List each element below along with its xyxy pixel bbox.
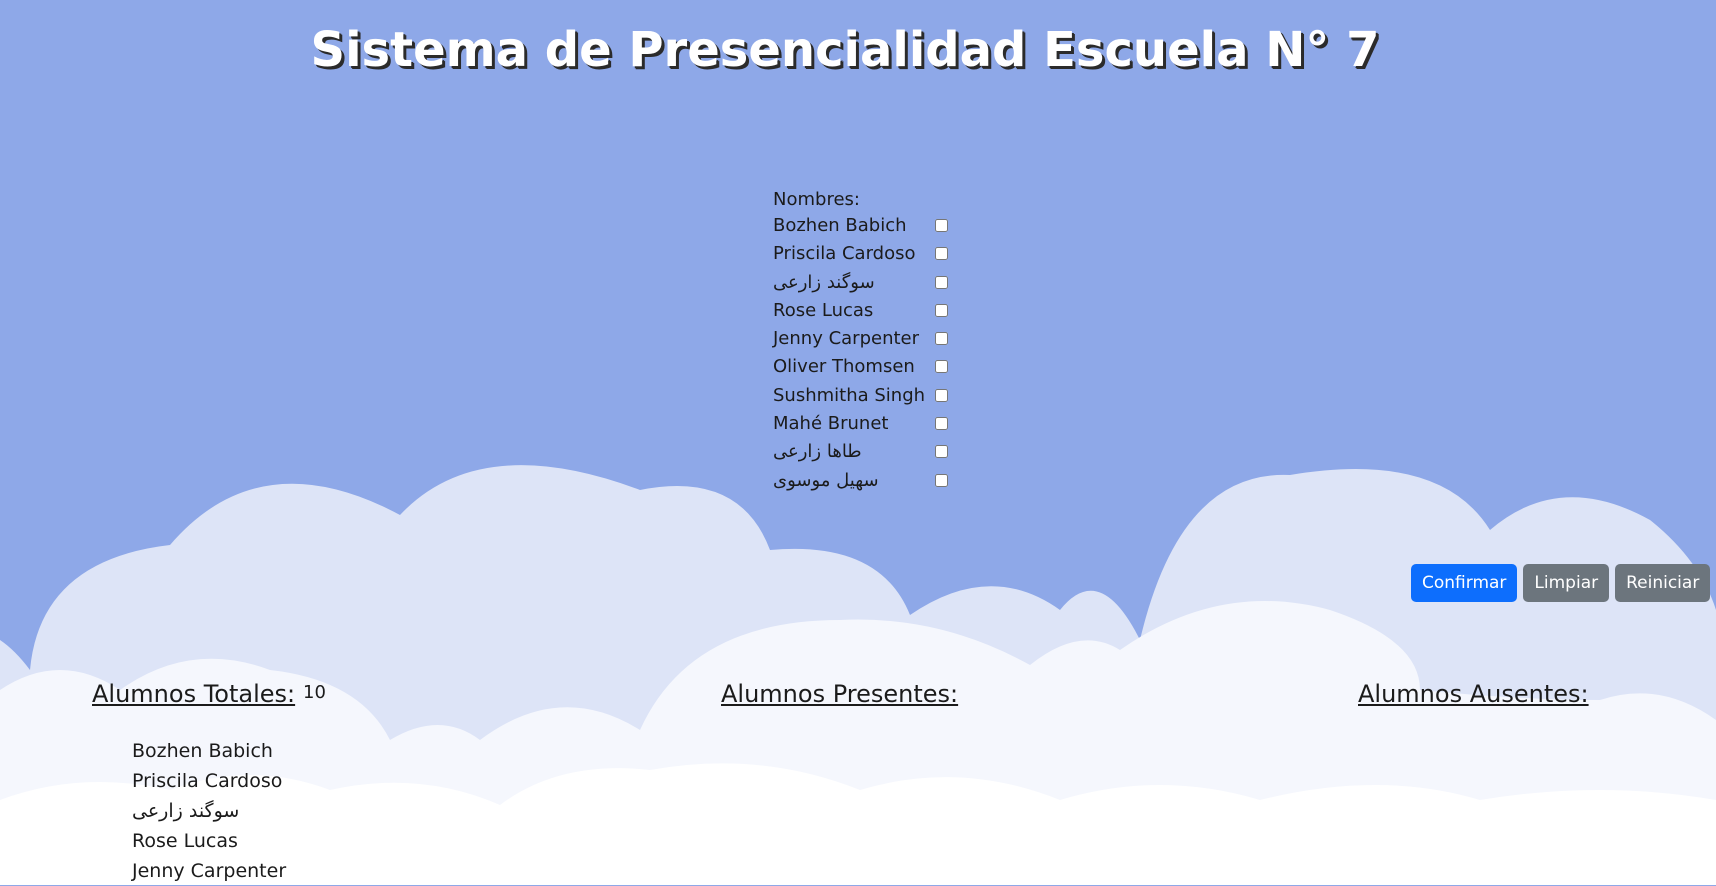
- total-list-item: Jenny Carpenter: [132, 860, 287, 882]
- confirm-button[interactable]: Confirmar: [1411, 564, 1518, 602]
- student-present-checkbox[interactable]: [935, 247, 948, 261]
- student-row: طاها زارعی: [773, 438, 953, 466]
- student-row: Oliver Thomsen: [773, 353, 953, 381]
- attendance-form: Nombres: Bozhen Babich Priscila Cardoso سو…: [773, 187, 953, 495]
- clear-button[interactable]: Limpiar: [1523, 564, 1610, 602]
- names-header: Nombres:: [773, 189, 860, 210]
- reset-button[interactable]: Reiniciar: [1615, 564, 1711, 602]
- student-row: Priscila Cardoso: [773, 240, 953, 268]
- student-present-checkbox[interactable]: [935, 445, 948, 459]
- student-present-checkbox[interactable]: [935, 388, 948, 402]
- student-row: Rose Lucas: [773, 297, 953, 325]
- student-row: Sushmitha Singh: [773, 382, 953, 410]
- page-title: Sistema de Presencialidad Escuela N° 7: [310, 22, 1380, 78]
- student-name: Sushmitha Singh: [773, 384, 926, 406]
- present-students-heading: Alumnos Presentes:: [721, 680, 959, 708]
- student-name: سوگند زارعی: [773, 271, 875, 293]
- absent-students-heading: Alumnos Ausentes:: [1358, 680, 1589, 708]
- student-name: طاها زارعی: [773, 441, 862, 463]
- student-name: Bozhen Babich: [773, 215, 907, 236]
- student-present-checkbox[interactable]: [935, 219, 948, 232]
- total-list-item: Bozhen Babich: [132, 740, 273, 762]
- total-students-heading: Alumnos Totales:: [92, 680, 296, 708]
- student-name: Jenny Carpenter: [773, 328, 920, 350]
- total-students-list: Bozhen Babich Priscila Cardoso سوگند زارعی…: [132, 736, 286, 886]
- student-row: Mahé Brunet: [773, 410, 953, 438]
- student-present-checkbox[interactable]: [935, 473, 948, 487]
- student-present-checkbox[interactable]: [935, 303, 948, 317]
- student-present-checkbox[interactable]: [935, 360, 948, 374]
- student-name: Rose Lucas: [773, 299, 874, 321]
- student-row: سوگند زارعی: [773, 269, 953, 297]
- total-list-item: سوگند زارعی: [132, 800, 240, 822]
- student-name: Priscila Cardoso: [773, 243, 916, 265]
- student-name: Oliver Thomsen: [773, 356, 915, 378]
- student-present-checkbox[interactable]: [935, 332, 948, 346]
- total-list-item: Rose Lucas: [132, 830, 238, 852]
- student-present-checkbox[interactable]: [935, 417, 948, 431]
- action-buttons: Confirmar Limpiar Reiniciar: [1411, 564, 1711, 602]
- student-row: سهیل موسوی: [773, 467, 953, 495]
- total-list-item: Priscila Cardoso: [132, 770, 283, 792]
- student-row: Bozhen Babich: [773, 212, 953, 240]
- student-present-checkbox[interactable]: [935, 275, 948, 289]
- student-name: سهیل موسوی: [773, 469, 879, 491]
- total-students-count: 10: [303, 682, 326, 703]
- student-row: Jenny Carpenter: [773, 325, 953, 353]
- student-name: Mahé Brunet: [773, 413, 889, 435]
